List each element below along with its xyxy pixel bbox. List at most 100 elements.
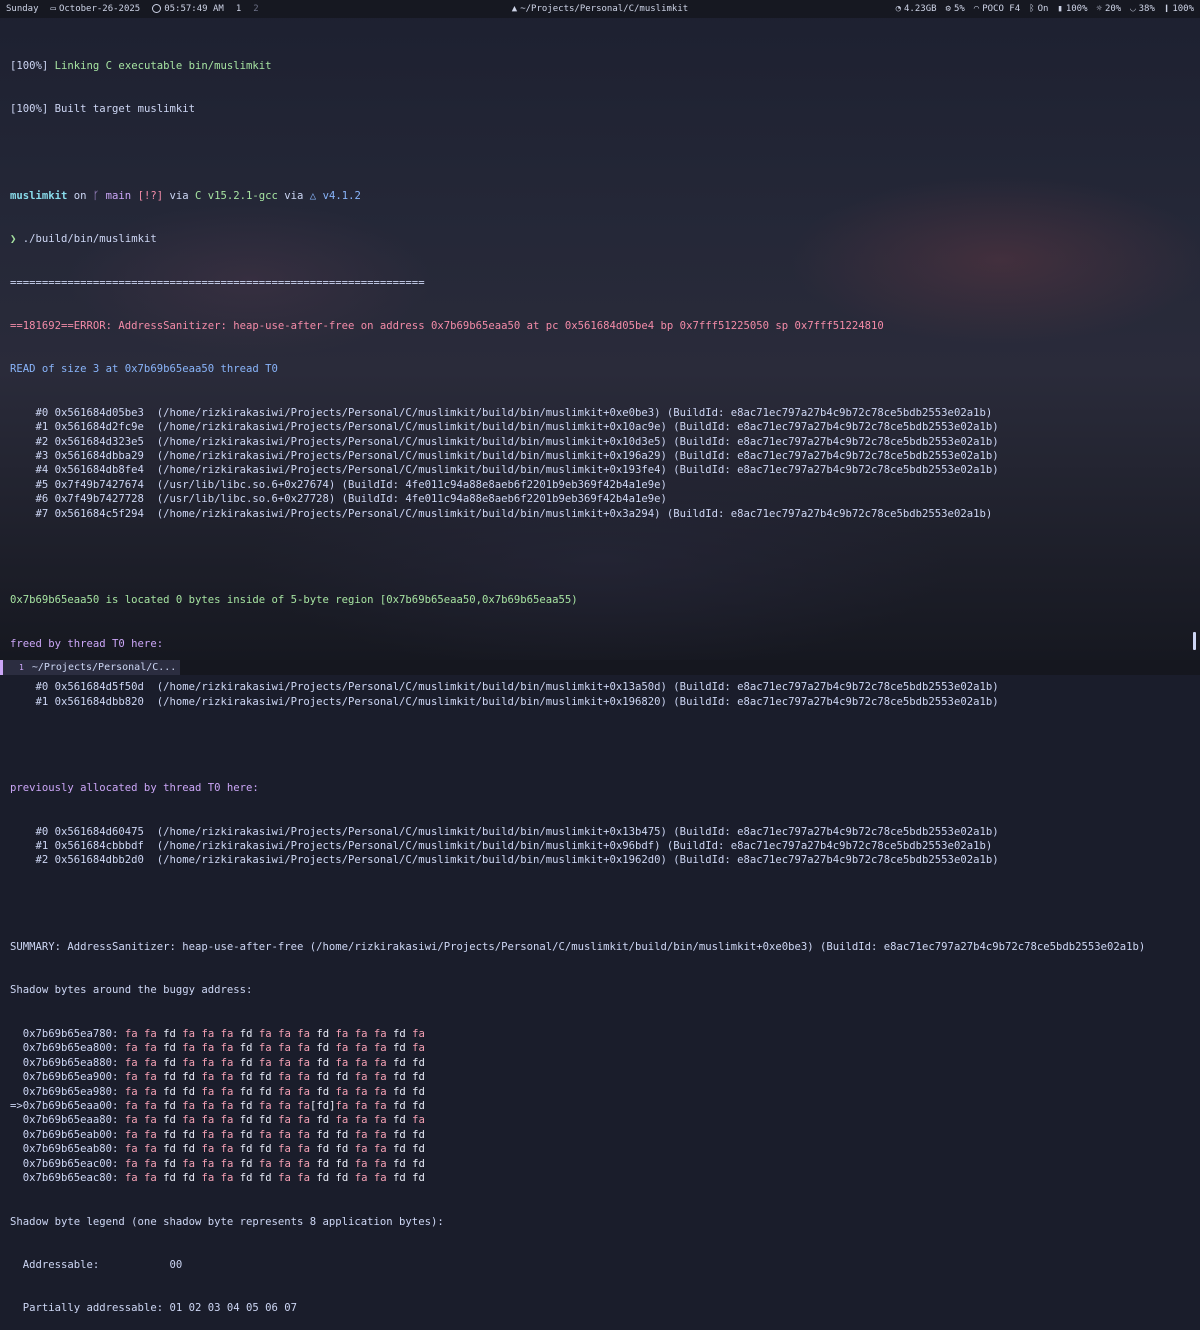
shadow-byte: fa <box>201 1157 215 1170</box>
shadow-byte: fa <box>297 1100 310 1112</box>
shadow-row: 0x7b69b65ea900: fa fa fd fd fa fa fd fd … <box>10 1070 1185 1084</box>
microphone-icon: ❙ <box>1163 4 1170 14</box>
shadow-byte: fa <box>373 1071 387 1084</box>
shadow-byte: fa <box>124 1114 138 1127</box>
shadow-row: 0x7b69b65ea880: fa fa fd fa fa fa fd fa … <box>10 1056 1185 1070</box>
shadow-byte: fa <box>201 1071 215 1084</box>
terminal-output[interactable]: [100%] Linking C executable bin/muslimki… <box>10 30 1185 1330</box>
bluetooth-indicator[interactable]: ᛒ On <box>1029 4 1048 14</box>
volume-indicator[interactable]: ◡ 38% <box>1130 4 1155 14</box>
shadow-byte: fd <box>316 1085 330 1098</box>
shadow-byte: fa <box>412 1042 425 1055</box>
shadow-byte: fa <box>278 1042 291 1055</box>
shadow-row-marker <box>10 1057 23 1069</box>
shadow-byte: fa <box>143 1114 157 1127</box>
workspace-1-button[interactable]: 1 <box>236 4 241 14</box>
shadow-byte: fa <box>124 1128 138 1141</box>
shadow-row: 0x7b69b65eab80: fa fa fd fd fa fa fd fd … <box>10 1142 1185 1156</box>
shadow-byte: fd <box>316 1027 330 1040</box>
asan-error-line: ==181692==ERROR: AddressSanitizer: heap-… <box>10 319 884 332</box>
shadow-byte: fa <box>373 1157 387 1170</box>
mic-text: 100% <box>1172 4 1194 14</box>
wifi-text: POCO F4 <box>982 4 1021 14</box>
shadow-byte: fa <box>354 1128 368 1141</box>
shadow-byte: fa <box>373 1056 387 1069</box>
shadow-byte: fa <box>220 1128 234 1141</box>
shadow-byte: fa <box>297 1114 310 1127</box>
shadow-byte: fd <box>412 1071 425 1084</box>
shadow-byte: fa <box>220 1042 234 1055</box>
asan-summary-line: SUMMARY: AddressSanitizer: heap-use-afte… <box>10 941 1146 954</box>
shadow-byte: fa <box>373 1027 387 1040</box>
shadow-byte: fa <box>201 1114 215 1127</box>
shadow-byte: fa <box>220 1027 234 1040</box>
prompt-directory: muslimkit <box>10 189 68 202</box>
battery-text: 100% <box>1065 4 1088 14</box>
shadow-byte: fd <box>163 1100 176 1112</box>
asan-alloc-line: previously allocated by thread T0 here: <box>10 782 259 795</box>
shadow-byte: fa <box>297 1027 310 1040</box>
shadow-row-marker <box>10 1172 23 1184</box>
stack-frame: #0 0x561684d05be3 (/home/rizkirakasiwi/P… <box>10 406 993 419</box>
shadow-byte: fa <box>373 1114 387 1127</box>
shadow-byte: fa <box>143 1071 157 1084</box>
arch-logo-icon: ▲ <box>511 4 518 14</box>
shadow-byte: fa <box>258 1128 272 1141</box>
memory-indicator[interactable]: ◔ 4.23GB <box>896 4 937 14</box>
shadow-byte: fd <box>393 1157 406 1170</box>
shadow-byte: fd <box>163 1071 176 1084</box>
shadow-byte: fd <box>393 1085 406 1098</box>
stack-frame: #0 0x561684d60475 (/home/rizkirakasiwi/P… <box>10 825 999 838</box>
terminal-scrollbar[interactable] <box>1193 632 1196 650</box>
mic-indicator[interactable]: ❙ 100% <box>1164 4 1194 14</box>
shadow-row: 0x7b69b65eaa80: fa fa fd fa fa fa fd fd … <box>10 1113 1185 1127</box>
prompt-branch: main <box>99 189 138 202</box>
cpu-indicator[interactable]: ⚙ 5% <box>946 4 965 14</box>
shadow-byte: fd <box>163 1128 176 1141</box>
shadow-byte: fa <box>278 1172 291 1185</box>
workspace-2-button[interactable]: 2 <box>253 4 258 14</box>
tmux-window-tab[interactable]: 1 ~/Projects/Personal/C... <box>0 660 181 675</box>
shadow-row-marker <box>10 1129 23 1141</box>
shadow-byte: fa <box>278 1071 291 1084</box>
shadow-byte: fa <box>220 1071 234 1084</box>
shadow-byte: fa <box>354 1114 368 1127</box>
shadow-byte: fd <box>412 1172 425 1185</box>
shadow-byte: fa <box>297 1128 310 1141</box>
shadow-byte: fa <box>335 1085 349 1098</box>
memory-text: 4.23GB <box>904 4 937 14</box>
shadow-byte: fa <box>412 1027 425 1040</box>
battery-indicator[interactable]: ▮ 100% <box>1057 4 1087 14</box>
shadow-byte: fa <box>182 1056 196 1069</box>
shadow-byte: fa <box>201 1042 215 1055</box>
shadow-byte: fd <box>258 1085 272 1098</box>
shadow-byte: fa <box>354 1157 368 1170</box>
shadow-byte: fd <box>239 1114 253 1127</box>
active-window-title: ▲ ~/Projects/Personal/C/muslimkit <box>512 4 688 14</box>
brightness-indicator[interactable]: ☼ 20% <box>1097 4 1122 14</box>
shadow-legend-header: Shadow byte legend (one shadow byte repr… <box>10 1215 444 1228</box>
shadow-byte: fd <box>316 1071 330 1084</box>
shadow-row-address: 0x7b69b65eaa00: <box>22 1100 119 1112</box>
shadow-byte: fa <box>354 1056 368 1069</box>
asan-separator: ========================================… <box>10 276 425 289</box>
shadow-byte: fd <box>239 1172 253 1185</box>
shadow-row-marker <box>10 1143 23 1155</box>
memory-icon: ◔ <box>895 4 902 14</box>
build-progress: [100%] <box>10 103 55 116</box>
wifi-indicator[interactable]: ◠ POCO F4 <box>974 4 1020 14</box>
shadow-byte: fd <box>163 1114 176 1127</box>
headphones-icon: ◡ <box>1130 4 1136 14</box>
tab-number: 1 <box>19 663 24 672</box>
brightness-text: 20% <box>1104 4 1122 14</box>
shadow-byte: fd <box>258 1114 272 1127</box>
prompt-arrow: ❯ <box>10 233 23 246</box>
shadow-byte: fa <box>124 1100 138 1112</box>
shadow-byte: fa <box>220 1143 234 1156</box>
shadow-byte: fd <box>412 1143 425 1156</box>
shadow-byte: fa <box>354 1042 368 1055</box>
shadow-byte: fa <box>201 1128 215 1141</box>
shadow-row-marker <box>10 1071 23 1083</box>
shadow-row-address: 0x7b69b65eac80: <box>22 1172 119 1185</box>
